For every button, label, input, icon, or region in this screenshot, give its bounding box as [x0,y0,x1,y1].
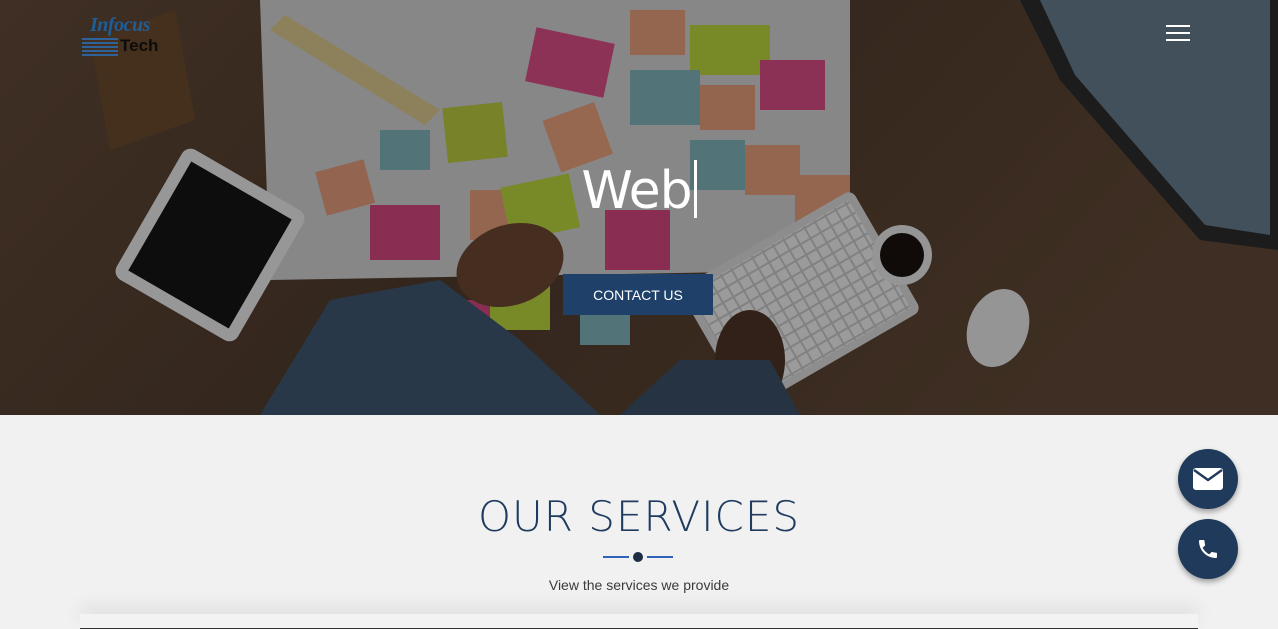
hero-typed-headline: Web [0,160,1278,221]
envelope-icon [1193,468,1223,490]
phone-button[interactable] [1178,519,1238,579]
email-button[interactable] [1178,449,1238,509]
hero-banner: Infocus Tech Web CONTACT US [0,0,1278,415]
services-subtitle: View the services we provide [548,577,730,593]
hamburger-menu-icon[interactable] [1163,20,1193,46]
logo-stripes [82,38,118,56]
section-divider [603,550,673,564]
hero-typed-word: Web [581,161,692,221]
typing-cursor [693,160,697,218]
brand-logo[interactable]: Infocus Tech [82,14,166,60]
logo-text-infocus: Infocus [90,14,150,36]
services-heading: OUR SERVICES [477,492,801,541]
phone-icon [1199,540,1217,558]
contact-us-button[interactable]: CONTACT US [563,274,713,315]
logo-text-tech: Tech [120,36,159,55]
services-card [80,614,1198,629]
